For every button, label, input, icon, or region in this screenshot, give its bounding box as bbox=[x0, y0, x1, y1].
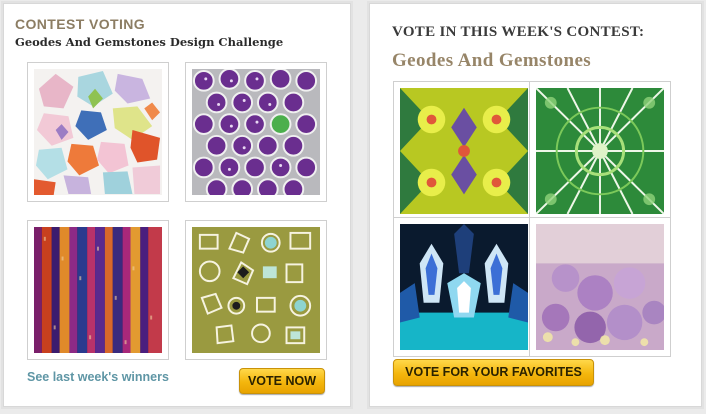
striped-amethyst-pattern-image bbox=[34, 227, 162, 353]
vote-now-button[interactable]: VOTE NOW bbox=[239, 368, 325, 394]
design-thumbnail-1[interactable] bbox=[27, 62, 169, 202]
green-kaleidoscope-pattern-image bbox=[400, 88, 528, 214]
widget-heading: CONTEST VOTING bbox=[15, 16, 146, 32]
design-thumbnail-3[interactable] bbox=[393, 217, 535, 357]
vote-for-favorites-button[interactable]: VOTE FOR YOUR FAVORITES bbox=[393, 359, 594, 386]
design-thumbnail-1[interactable] bbox=[393, 81, 535, 221]
purple-geode-dots-pattern-image bbox=[192, 69, 320, 195]
widget-heading: VOTE IN THIS WEEK'S CONTEST: bbox=[392, 24, 645, 40]
contest-title: Geodes And Gemstones bbox=[392, 50, 592, 71]
blue-crystal-mirror-pattern-image bbox=[400, 224, 528, 350]
design-thumbnail-4[interactable] bbox=[529, 217, 671, 357]
last-week-winners-link[interactable]: See last week's winners bbox=[27, 370, 169, 384]
purple-bokeh-pattern-image bbox=[536, 224, 664, 350]
green-star-mosaic-pattern-image bbox=[536, 88, 664, 214]
weekly-contest-widget: VOTE IN THIS WEEK'S CONTEST: Geodes And … bbox=[369, 3, 702, 407]
design-thumbnail-3[interactable] bbox=[27, 220, 169, 360]
contest-voting-widget: CONTEST VOTING Geodes And Gemstones Desi… bbox=[3, 3, 351, 407]
design-thumbnail-4[interactable] bbox=[185, 220, 327, 360]
olive-gem-icons-pattern-image bbox=[192, 227, 320, 353]
pastel-gem-pattern-image bbox=[34, 69, 162, 195]
design-thumbnail-2[interactable] bbox=[185, 62, 327, 202]
design-thumbnail-2[interactable] bbox=[529, 81, 671, 221]
contest-title: Geodes And Gemstones Design Challenge bbox=[15, 35, 284, 49]
